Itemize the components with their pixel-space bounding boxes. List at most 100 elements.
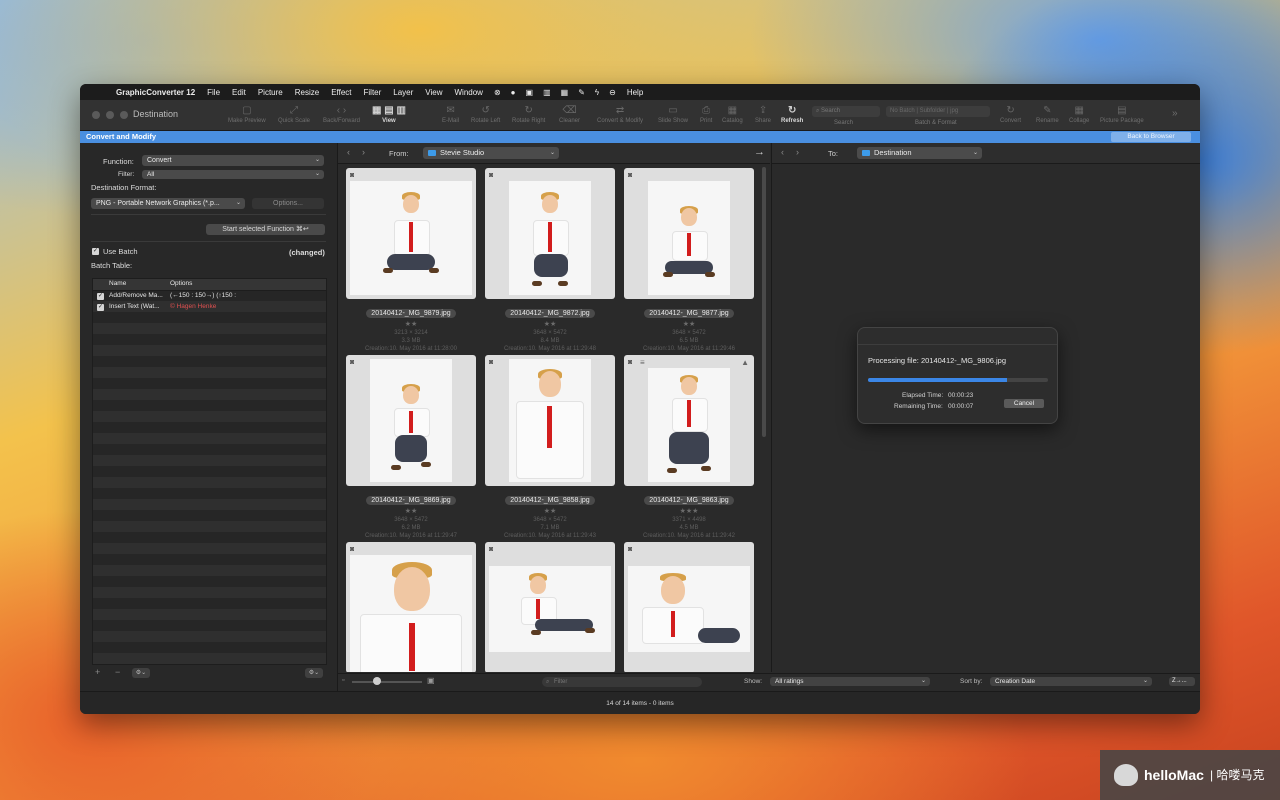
- catalog-button[interactable]: ▦ Catalog: [722, 104, 743, 124]
- person-icon[interactable]: ●: [506, 88, 521, 97]
- thumbnail-caption: 20140412-_MG_9863.jpg ★★★ 3371 × 4498 4.…: [624, 489, 754, 540]
- print-button[interactable]: ⎙ Print: [700, 104, 712, 124]
- calendar-icon[interactable]: ▦: [556, 88, 574, 97]
- thumbnail-card[interactable]: ◙ ≡ ▲ 20140412-_MG_9863.jpg ★★★ 3371 × 4…: [624, 355, 754, 540]
- menu-file[interactable]: File: [201, 88, 226, 97]
- back-arrow-icon[interactable]: ‹: [781, 147, 784, 157]
- forward-arrow-icon[interactable]: ›: [796, 147, 799, 157]
- zoom-button[interactable]: [120, 111, 128, 119]
- back-arrow-icon[interactable]: ‹: [347, 147, 350, 157]
- cancel-button[interactable]: Cancel: [1004, 399, 1044, 408]
- search-field[interactable]: ⌕ Search: [812, 106, 880, 117]
- thumbnail-card[interactable]: ◙ 20140412-_MG_9879.jpg ★★ 3213 × 3214 3…: [346, 168, 476, 353]
- thumbnail-card[interactable]: ◙ 20140412-_MG_9877.jpg ★★ 3648 × 5472 6…: [624, 168, 754, 353]
- chevron-updown-icon: ⌄: [1142, 678, 1148, 684]
- email-button[interactable]: ✉ E-Mail: [442, 104, 459, 124]
- photo: [350, 181, 472, 295]
- thumbnail-card[interactable]: ◙: [346, 542, 476, 672]
- move-right-arrow-icon[interactable]: →: [754, 146, 765, 158]
- view-button[interactable]: ▦ ▤ ▥ View: [372, 104, 406, 124]
- cleaner-button[interactable]: ⌫ Cleaner: [559, 104, 580, 124]
- filter-field[interactable]: ⌕ Filter: [542, 677, 702, 687]
- menu-view[interactable]: View: [419, 88, 448, 97]
- show-ratings-popup[interactable]: All ratings ⌄: [770, 677, 930, 686]
- options-button[interactable]: Options...: [252, 198, 324, 209]
- lightning-icon[interactable]: ϟ: [590, 88, 604, 97]
- batch-row[interactable]: ✓ Add/Remove Ma... (←150 : 150→) (↑150 :: [93, 291, 326, 302]
- progress-bar: [868, 378, 1048, 382]
- convert-button[interactable]: ↻ Convert: [1000, 104, 1021, 124]
- forward-arrow-icon[interactable]: ›: [362, 147, 365, 157]
- file-size: 7.1 MB: [540, 525, 560, 531]
- share-button[interactable]: ⇪ Share: [755, 104, 771, 124]
- slide-show-button[interactable]: ▭ Slide Show: [658, 104, 688, 124]
- menu-filter[interactable]: Filter: [358, 88, 388, 97]
- minimize-button[interactable]: [106, 111, 114, 119]
- remove-button[interactable]: −: [115, 667, 120, 677]
- picture-package-icon: ▤: [1117, 105, 1127, 116]
- to-folder-popup[interactable]: Destination ⌄: [857, 147, 982, 159]
- file-size: 8.4 MB: [540, 338, 560, 344]
- function-popup[interactable]: Convert ⌄: [142, 155, 324, 166]
- menu-edit[interactable]: Edit: [226, 88, 252, 97]
- trash-icon[interactable]: ▥: [538, 88, 556, 97]
- menu-picture[interactable]: Picture: [252, 88, 289, 97]
- back-to-browser-button[interactable]: Back to Browser: [1111, 132, 1191, 142]
- make-preview-button[interactable]: ▢ Make Preview: [228, 104, 266, 124]
- thumbnail-card[interactable]: ◙ 20140412-_MG_9869.jpg ★★ 3648 × 5472 6…: [346, 355, 476, 540]
- thumbnail-card[interactable]: ◙: [624, 542, 754, 672]
- destination-format-popup[interactable]: PNG - Portable Network Graphics (*.p... ⌄: [91, 198, 245, 209]
- action-gear-popup[interactable]: ⚙⌄: [132, 668, 150, 678]
- menu-app[interactable]: GraphicConverter 12: [110, 88, 201, 97]
- rotate-right-button[interactable]: ↻ Rotate Right: [512, 104, 545, 124]
- menu-resize[interactable]: Resize: [289, 88, 325, 97]
- batch-row-checkbox[interactable]: ✓: [97, 304, 104, 311]
- sort-by-popup[interactable]: Creation Date ⌄: [990, 677, 1152, 686]
- script-icon[interactable]: ⊗: [489, 88, 506, 97]
- start-selected-function-button[interactable]: Start selected Function ⌘↩: [206, 224, 325, 235]
- batch-row[interactable]: ✓ Insert Text (Wat... © Hagen Henke: [93, 302, 326, 313]
- rotate-left-icon: ↺: [481, 105, 490, 116]
- back-forward-button[interactable]: ‹ › Back/Forward: [323, 104, 360, 124]
- batch-format-popup[interactable]: No Batch | Subfolder | jpg: [886, 106, 990, 117]
- rotate-left-button[interactable]: ↺ Rotate Left: [471, 104, 500, 124]
- from-folder-popup[interactable]: Stevie Studio ⌄: [423, 147, 559, 159]
- thumbnail-scrollbar[interactable]: [762, 167, 766, 437]
- name-column-header[interactable]: Name: [109, 280, 126, 287]
- camera-icon: ◙: [628, 359, 633, 366]
- menu-bar: GraphicConverter 12 File Edit Picture Re…: [80, 84, 1200, 100]
- thumbnail-card[interactable]: ◙ 20140412-_MG_9872.jpg ★★ 3648 × 5472 8…: [485, 168, 615, 353]
- preview-icon: ▢: [242, 105, 252, 116]
- menu-effect[interactable]: Effect: [325, 88, 357, 97]
- filter-popup[interactable]: All ⌄: [142, 170, 324, 179]
- convert-modify-button[interactable]: ⇄ Convert & Modify: [597, 104, 643, 124]
- photo: [489, 566, 611, 652]
- menu-layer[interactable]: Layer: [387, 88, 419, 97]
- creation-date: Creation:10. May 2016 at 11:28:00: [365, 346, 457, 352]
- refresh-button[interactable]: ↻ Refresh: [781, 104, 803, 124]
- options-column-header[interactable]: Options: [170, 280, 192, 287]
- collage-button[interactable]: ▦ Collage: [1069, 104, 1089, 124]
- thumbnail-card[interactable]: ◙: [485, 542, 615, 672]
- close-button[interactable]: [92, 111, 100, 119]
- tools-icon[interactable]: ✎: [573, 88, 590, 97]
- sort-direction-popup[interactable]: Z→...: [1169, 677, 1195, 686]
- batch-row-checkbox[interactable]: ✓: [97, 293, 104, 300]
- add-button[interactable]: +: [95, 667, 100, 677]
- picture-package-button[interactable]: ▤ Picture Package: [1100, 104, 1144, 124]
- menu-help[interactable]: Help: [621, 88, 649, 97]
- camera-menu-icon[interactable]: ▣: [521, 88, 539, 97]
- quick-scale-button[interactable]: ⤢ Quick Scale: [278, 104, 310, 124]
- thumbnail-frame: ◙: [624, 168, 754, 299]
- use-batch-checkbox[interactable]: ✓: [92, 248, 99, 255]
- settings-popup[interactable]: ⚙⌄: [305, 668, 323, 678]
- batch-table: Name Options ✓ Add/Remove Ma... (←150 : …: [92, 278, 327, 665]
- rename-button[interactable]: ✎ Rename: [1036, 104, 1059, 124]
- more-icon[interactable]: ⊖: [604, 88, 621, 97]
- thumbnail-size-slider[interactable]: [352, 681, 422, 683]
- slider-knob[interactable]: [373, 677, 381, 685]
- menu-window[interactable]: Window: [449, 88, 489, 97]
- toolbar-overflow-icon[interactable]: »: [1172, 108, 1178, 119]
- thumbnail-card[interactable]: ◙ 20140412-_MG_9858.jpg ★★ 3648 × 5472 7…: [485, 355, 615, 540]
- convert-settings-panel: Function: Convert ⌄ Filter: All ⌄ Destinat…: [80, 143, 338, 691]
